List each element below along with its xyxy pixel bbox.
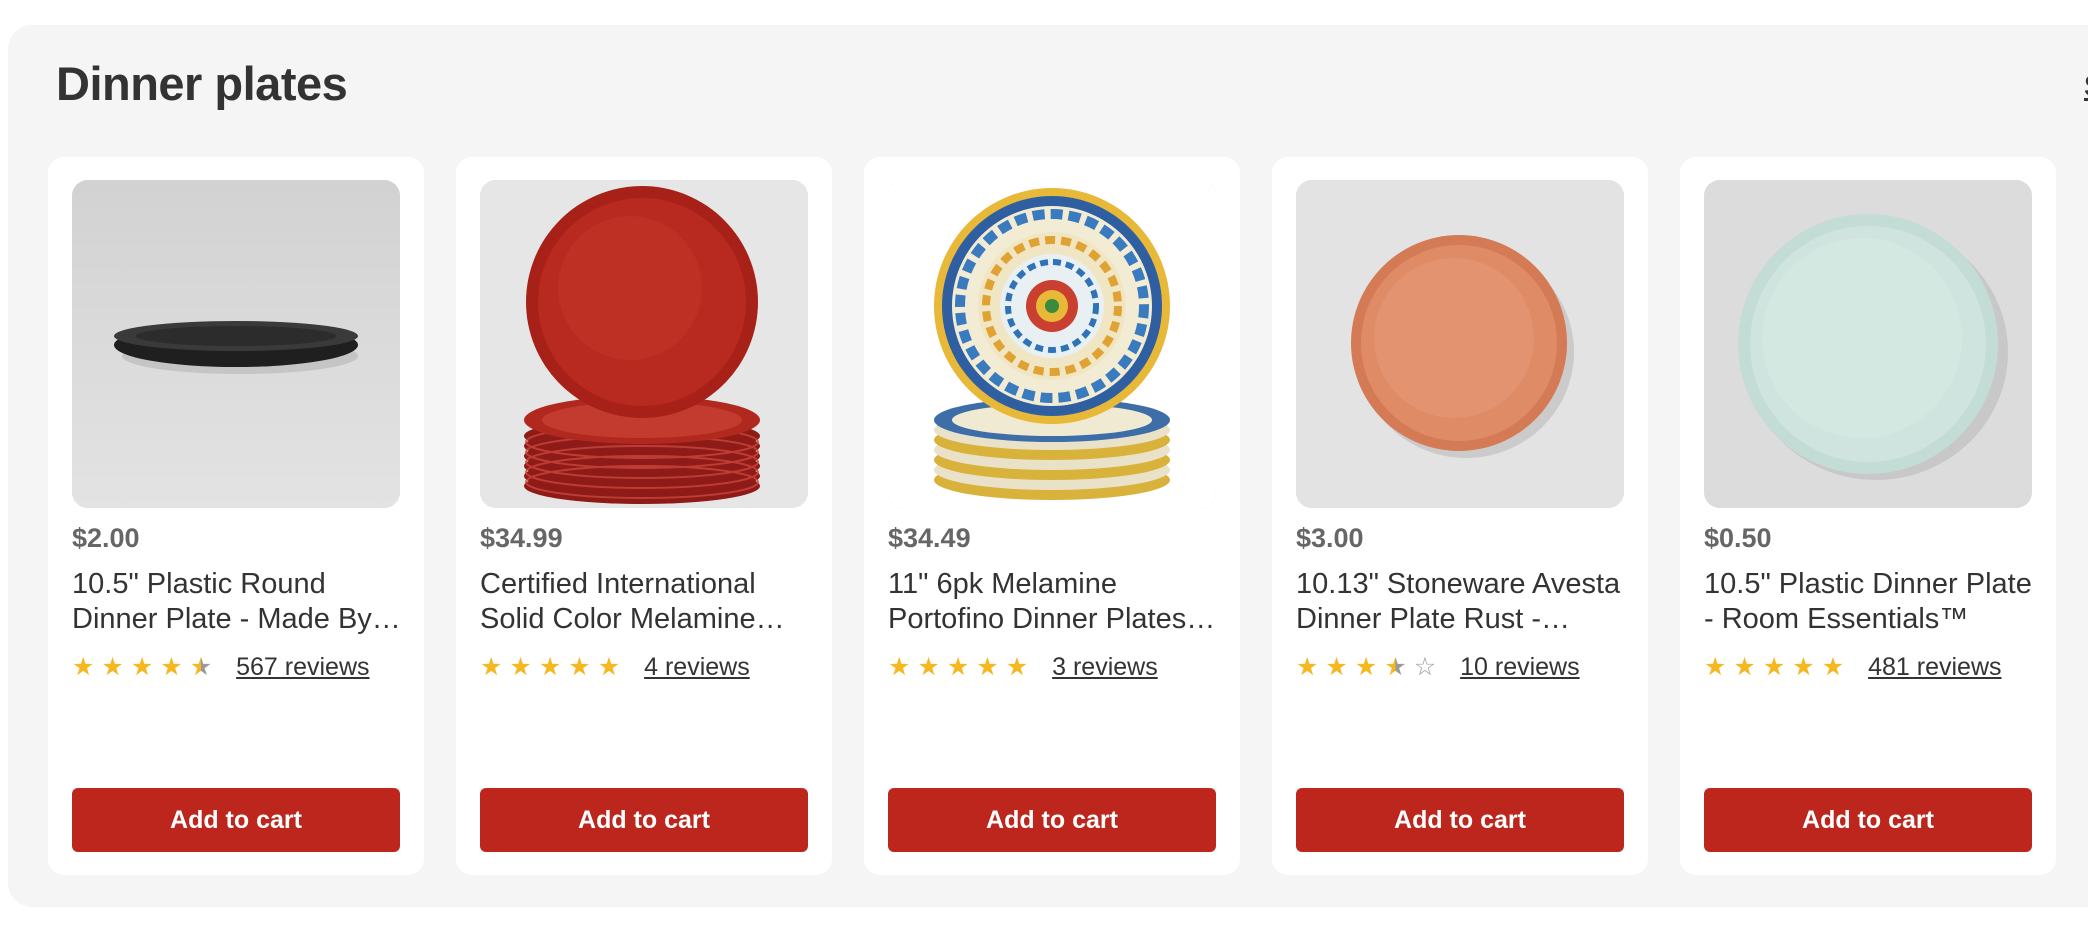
product-card[interactable]: $2.00 10.5" Plastic Round Dinner Plate -…	[48, 157, 424, 875]
star-icon: ★	[1005, 653, 1029, 681]
patterned-plate-stack-icon	[888, 180, 1216, 508]
product-rating: ★ ★ ★ ★ ★ 481 reviews	[1704, 652, 2002, 682]
star-rating: ★ ★ ★ ★ ☆	[1296, 652, 1436, 682]
product-price: $2.00	[72, 523, 140, 553]
mint-plate-icon	[1704, 180, 2032, 508]
reviews-link[interactable]: 4 reviews	[644, 653, 750, 682]
see-all-link[interactable]: S	[2084, 70, 2088, 104]
star-icon: ★	[946, 653, 970, 681]
reviews-link[interactable]: 10 reviews	[1460, 653, 1580, 682]
rust-plate-icon	[1296, 180, 1624, 508]
star-icon: ★	[72, 653, 95, 681]
reviews-link[interactable]: 567 reviews	[236, 653, 369, 682]
half-star-icon: ★	[189, 653, 213, 681]
product-title[interactable]: Certified International Solid Color Mela…	[480, 567, 810, 637]
product-card[interactable]: $34.99 Certified International Solid Col…	[456, 157, 832, 875]
product-image[interactable]	[1704, 180, 2032, 508]
product-card[interactable]: $3.00 10.13" Stoneware Avesta Dinner Pla…	[1272, 157, 1648, 875]
star-rating: ★ ★ ★ ★ ★	[888, 652, 1028, 682]
red-plate-stack-icon	[480, 180, 808, 508]
star-icon: ★	[1762, 653, 1786, 681]
product-title[interactable]: 10.5" Plastic Round Dinner Plate - Made …	[72, 567, 402, 637]
star-icon: ★	[538, 653, 562, 681]
star-icon: ★	[101, 653, 124, 681]
product-image[interactable]	[480, 180, 808, 508]
star-icon: ★	[480, 653, 503, 681]
star-icon: ★	[509, 653, 532, 681]
star-icon: ★	[130, 653, 154, 681]
product-rating: ★ ★ ★ ★ ★ 3 reviews	[888, 652, 1158, 682]
product-card[interactable]: $34.49 11" 6pk Melamine Portofino Dinner…	[864, 157, 1240, 875]
product-image[interactable]	[1296, 180, 1624, 508]
product-image[interactable]	[72, 180, 400, 508]
add-to-cart-button[interactable]: Add to cart	[1296, 788, 1624, 852]
star-icon: ★	[1792, 653, 1815, 681]
product-image[interactable]	[888, 180, 1216, 508]
empty-star-icon: ☆	[1413, 653, 1437, 681]
product-rating: ★ ★ ★ ★ ☆ 10 reviews	[1296, 652, 1580, 682]
half-star-icon: ★	[1384, 653, 1407, 681]
product-price: $0.50	[1704, 523, 1772, 553]
add-to-cart-button[interactable]: Add to cart	[1704, 788, 2032, 852]
product-price: $3.00	[1296, 523, 1364, 553]
product-price: $34.99	[480, 523, 563, 553]
reviews-link[interactable]: 3 reviews	[1052, 653, 1158, 682]
star-icon: ★	[1354, 653, 1378, 681]
star-rating: ★ ★ ★ ★ ★	[480, 652, 620, 682]
product-price: $34.49	[888, 523, 971, 553]
star-icon: ★	[568, 653, 591, 681]
add-to-cart-button[interactable]: Add to cart	[72, 788, 400, 852]
star-icon: ★	[917, 653, 940, 681]
product-title[interactable]: 10.13" Stoneware Avesta Dinner Plate Rus…	[1296, 567, 1626, 637]
product-title[interactable]: 10.5" Plastic Dinner Plate - Room Essent…	[1704, 567, 2034, 637]
star-icon: ★	[597, 653, 621, 681]
product-rating: ★ ★ ★ ★ ★ 567 reviews	[72, 652, 370, 682]
star-icon: ★	[160, 653, 183, 681]
star-icon: ★	[1704, 653, 1727, 681]
star-icon: ★	[1296, 653, 1319, 681]
star-rating: ★ ★ ★ ★ ★	[1704, 652, 1844, 682]
star-rating: ★ ★ ★ ★ ★	[72, 652, 212, 682]
add-to-cart-button[interactable]: Add to cart	[480, 788, 808, 852]
black-plate-icon	[72, 180, 400, 508]
star-icon: ★	[1733, 653, 1756, 681]
star-icon: ★	[976, 653, 999, 681]
reviews-link[interactable]: 481 reviews	[1868, 653, 2001, 682]
section-title: Dinner plates	[56, 57, 348, 110]
star-icon: ★	[888, 653, 911, 681]
add-to-cart-button[interactable]: Add to cart	[888, 788, 1216, 852]
star-icon: ★	[1325, 653, 1348, 681]
product-rating: ★ ★ ★ ★ ★ 4 reviews	[480, 652, 750, 682]
product-title[interactable]: 11" 6pk Melamine Portofino Dinner Plates…	[888, 567, 1218, 637]
star-icon: ★	[1821, 653, 1845, 681]
product-card[interactable]: $0.50 10.5" Plastic Dinner Plate - Room …	[1680, 157, 2056, 875]
